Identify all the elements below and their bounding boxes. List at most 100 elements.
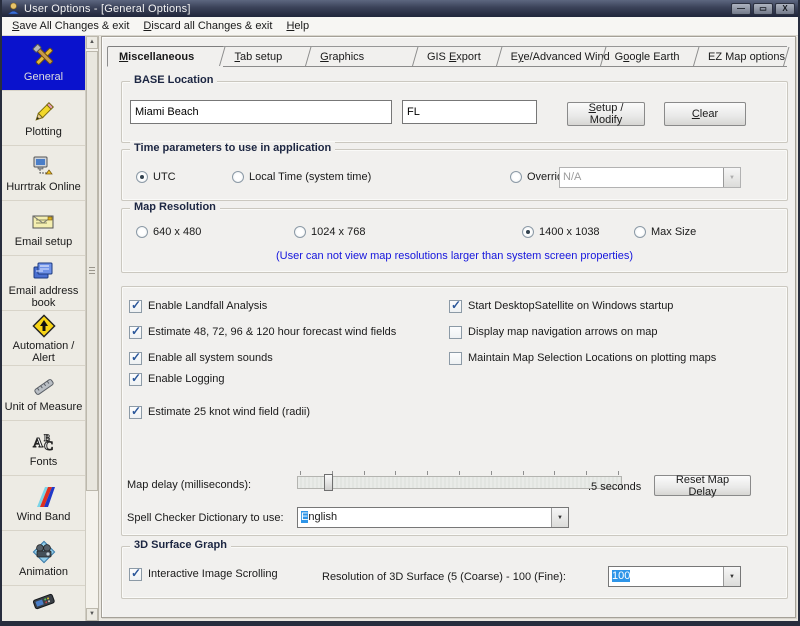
- override-dropdown[interactable]: N/A ▼: [559, 167, 741, 188]
- map-delay-slider-thumb[interactable]: [324, 474, 333, 491]
- checkbox-estimate-forecast-wind-fields[interactable]: Estimate 48, 72, 96 & 120 hour forecast …: [129, 324, 396, 339]
- group-base-location: BASE Location Setup / Modify Clear: [121, 74, 788, 143]
- sidebar-item-label: Animation: [19, 565, 68, 578]
- city-field[interactable]: [130, 100, 392, 124]
- checkbox-box: [449, 298, 462, 313]
- sidebar-item-automation-alert[interactable]: Automation / Alert: [2, 311, 85, 366]
- title-bar: User Options - [General Options] — ▭ X: [2, 0, 798, 17]
- checkbox-box: [129, 371, 142, 386]
- group-label: Time parameters to use in application: [130, 142, 336, 154]
- checkbox-maintain-map-selection-locations[interactable]: Maintain Map Selection Locations on plot…: [449, 352, 716, 365]
- tab-graphics[interactable]: Graphics: [309, 46, 416, 67]
- map-delay-value: .5 seconds: [588, 481, 642, 493]
- setup-modify-button[interactable]: Setup / Modify: [567, 102, 645, 126]
- slider-ticks: [297, 471, 622, 475]
- window-title: User Options - [General Options]: [24, 2, 191, 15]
- surface-resolution-dropdown[interactable]: 100 ▼: [608, 566, 741, 587]
- checkbox-enable-landfall-analysis[interactable]: Enable Landfall Analysis: [129, 298, 267, 313]
- maximize-button[interactable]: ▭: [753, 2, 773, 15]
- scroll-down-arrow-icon[interactable]: ▼: [86, 608, 98, 621]
- scrollbar-thumb[interactable]: [86, 51, 98, 491]
- group-time-parameters: Time parameters to use in application UT…: [121, 142, 788, 201]
- sidebar: General Plotting Hurrtrak Online Email s…: [2, 36, 86, 621]
- person-icon: [7, 2, 20, 15]
- radio-1024x768[interactable]: 1024 x 768: [294, 226, 365, 238]
- sidebar-item-label: Hurrtrak Online: [6, 180, 81, 193]
- tab-ez-map-options[interactable]: EZ Map options: [697, 46, 787, 67]
- checkbox-enable-system-sounds[interactable]: Enable all system sounds: [129, 350, 273, 365]
- radio-dot: [634, 226, 646, 238]
- svg-text:C: C: [44, 438, 53, 453]
- menu-help[interactable]: Help: [279, 18, 316, 34]
- scroll-up-arrow-icon[interactable]: ▲: [86, 36, 98, 49]
- sidebar-item-animation[interactable]: Animation: [2, 531, 85, 586]
- group-label: Map Resolution: [130, 201, 220, 213]
- checkbox-display-map-navigation-arrows[interactable]: Display map navigation arrows on map: [449, 326, 658, 339]
- sidebar-item-label: Email setup: [14, 235, 73, 248]
- spell-checker-dropdown[interactable]: English ▼: [297, 507, 569, 528]
- close-button[interactable]: X: [775, 2, 795, 15]
- spell-checker-label: Spell Checker Dictionary to use:: [127, 512, 284, 524]
- address-book-icon: [33, 262, 52, 278]
- map-delay-label: Map delay (milliseconds):: [127, 479, 252, 491]
- menu-discard-all-changes[interactable]: Discard all Changes & exit: [136, 18, 279, 34]
- sidebar-item-fonts[interactable]: A B C Fonts: [2, 421, 85, 476]
- radio-dot: [232, 171, 244, 183]
- checkbox-start-desktopsatellite[interactable]: Start DesktopSatellite on Windows startu…: [449, 298, 673, 313]
- state-field[interactable]: [402, 100, 537, 124]
- sidebar-item-general[interactable]: General: [2, 36, 85, 91]
- checkbox-box: [129, 566, 142, 581]
- sidebar-item-wind-band[interactable]: Wind Band: [2, 476, 85, 531]
- selected-text: 100: [612, 570, 631, 582]
- menu-bar: Save All Changes & exit Discard all Chan…: [2, 17, 798, 36]
- sidebar-item-hurrtrak-online[interactable]: Hurrtrak Online: [2, 146, 85, 201]
- group-label: 3D Surface Graph: [130, 539, 231, 551]
- sidebar-scrollbar: ▲ ▼: [86, 36, 99, 621]
- group-map-resolution: Map Resolution 640 x 480 1024 x 768 1400…: [121, 201, 788, 273]
- tab-miscellaneous[interactable]: Miscellaneous: [107, 46, 224, 67]
- sidebar-item-plotting[interactable]: Plotting: [2, 91, 85, 146]
- sidebar-item-email-address-book[interactable]: Email address book: [2, 256, 85, 311]
- radio-dot: [522, 226, 534, 238]
- sidebar-item-label: Wind Band: [16, 510, 71, 523]
- tab-google-earth[interactable]: Google Earth: [603, 46, 697, 67]
- menu-save-all-changes[interactable]: Save All Changes & exit: [5, 18, 136, 34]
- tab-gis-export[interactable]: GIS Export: [415, 46, 500, 67]
- radio-640x480[interactable]: 640 x 480: [136, 226, 201, 238]
- reset-map-delay-button[interactable]: Reset Map Delay: [654, 474, 751, 498]
- radio-1400x1038[interactable]: 1400 x 1038: [522, 226, 600, 238]
- clear-button[interactable]: Clear: [664, 102, 746, 126]
- map-delay-slider-track[interactable]: [297, 474, 622, 491]
- tab-strip: Miscellaneous Tab setup Graphics GIS Exp…: [107, 46, 787, 67]
- chevron-down-icon[interactable]: ▼: [723, 567, 740, 586]
- tab-tab-setup[interactable]: Tab setup: [223, 46, 310, 67]
- surface-resolution-label: Resolution of 3D Surface (5 (Coarse) - 1…: [322, 571, 566, 583]
- checkbox-box: [449, 352, 462, 365]
- tab-eye-advanced-wind[interactable]: Eye/Advanced Wind: [499, 46, 610, 67]
- checkbox-enable-logging[interactable]: Enable Logging: [129, 371, 224, 386]
- group-label: BASE Location: [130, 74, 218, 86]
- ruler-icon: [33, 378, 54, 395]
- checkbox-box: [129, 324, 142, 339]
- checkbox-interactive-image-scrolling[interactable]: Interactive Image Scrolling: [129, 566, 278, 581]
- sidebar-item-unit-of-measure[interactable]: Unit of Measure: [2, 366, 85, 421]
- radio-dot: [136, 226, 148, 238]
- checkbox-box: [129, 404, 142, 419]
- device-icon: [32, 593, 55, 610]
- radio-dot: [510, 171, 522, 183]
- pencil-icon: [34, 101, 54, 121]
- sidebar-item-label: Unit of Measure: [4, 400, 83, 413]
- scrollbar-track[interactable]: [86, 49, 98, 608]
- tools-icon: [32, 43, 53, 65]
- radio-max-size[interactable]: Max Size: [634, 226, 696, 238]
- checkbox-box: [449, 326, 462, 339]
- minimize-button[interactable]: —: [731, 2, 751, 15]
- checkbox-box: [129, 298, 142, 313]
- chevron-down-icon[interactable]: ▼: [551, 508, 568, 527]
- sidebar-item-email-setup[interactable]: Email setup: [2, 201, 85, 256]
- chevron-down-icon[interactable]: ▼: [723, 168, 740, 187]
- checkbox-estimate-25-knot-wind-field[interactable]: Estimate 25 knot wind field (radii): [129, 404, 310, 419]
- sidebar-item-partial[interactable]: [2, 586, 85, 614]
- radio-utc[interactable]: UTC: [136, 171, 176, 183]
- radio-local-time[interactable]: Local Time (system time): [232, 171, 371, 183]
